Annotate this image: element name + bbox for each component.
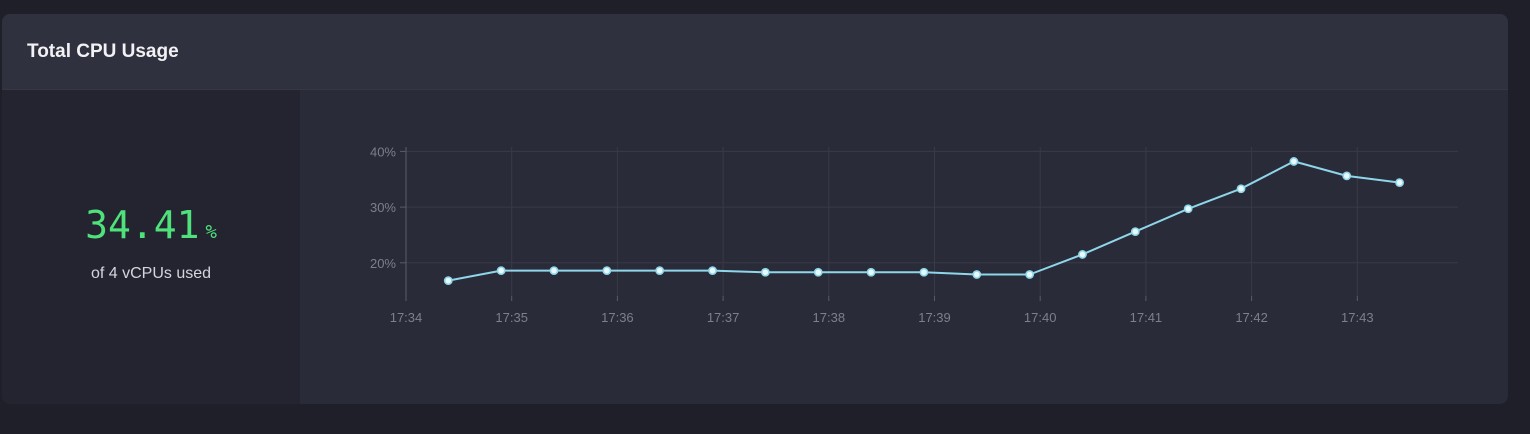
x-tick-label: 17:36	[601, 310, 634, 325]
y-tick-label: 30%	[370, 200, 396, 215]
data-point[interactable]	[1236, 184, 1246, 194]
x-tick-label: 17:41	[1130, 310, 1163, 325]
x-tick-label: 17:43	[1341, 310, 1374, 325]
y-tick-label: 40%	[370, 144, 396, 159]
data-point[interactable]	[1289, 157, 1299, 166]
x-tick-label: 17:40	[1024, 310, 1057, 325]
data-point[interactable]	[1130, 227, 1140, 237]
x-tick-label: 17:34	[390, 310, 423, 325]
data-point[interactable]	[1395, 178, 1404, 187]
x-tick-label: 17:38	[813, 310, 846, 325]
data-point[interactable]	[866, 267, 876, 277]
data-point[interactable]	[655, 266, 665, 275]
data-point[interactable]	[496, 266, 506, 275]
data-point[interactable]	[813, 267, 823, 277]
data-point[interactable]	[1025, 270, 1035, 279]
data-point[interactable]	[919, 267, 929, 277]
data-point[interactable]	[549, 266, 559, 275]
y-tick-label: 20%	[370, 256, 396, 271]
data-point[interactable]	[1342, 171, 1352, 181]
chart-series	[443, 157, 1404, 286]
chart-grid	[406, 147, 1458, 296]
data-point[interactable]	[760, 267, 770, 277]
data-point[interactable]	[1078, 250, 1087, 259]
data-point[interactable]	[1183, 204, 1193, 214]
data-point[interactable]	[443, 276, 453, 286]
data-point[interactable]	[602, 266, 612, 275]
x-tick-label: 17:35	[495, 310, 528, 325]
data-point[interactable]	[972, 270, 982, 279]
x-tick-label: 17:39	[918, 310, 951, 325]
chart-axes: 20% 30% 40% 17:34 17:35 17:36 17:37 17:38 17:39 1…	[370, 144, 1374, 325]
x-tick-label: 17:37	[707, 310, 740, 325]
x-tick-label: 17:42	[1235, 310, 1268, 325]
cpu-usage-chart: 20% 30% 40% 17:34 17:35 17:36 17:37 17:38 17:39 1…	[370, 144, 1458, 325]
data-point[interactable]	[708, 266, 717, 275]
